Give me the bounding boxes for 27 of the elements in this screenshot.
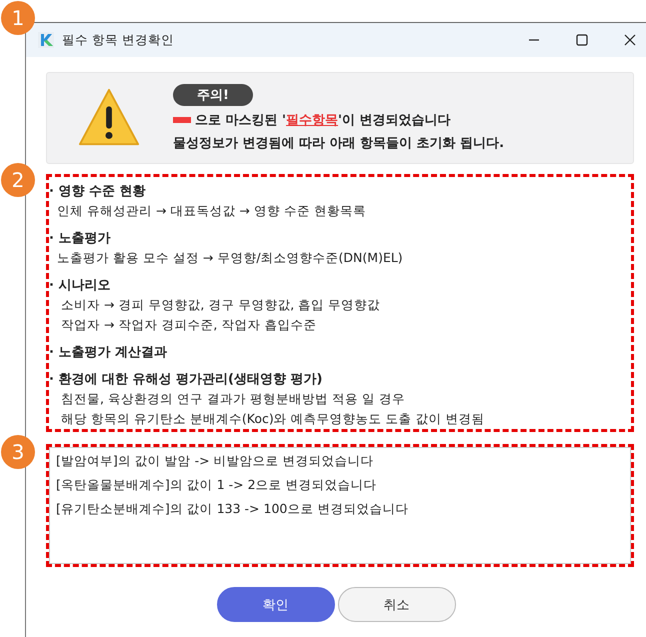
section-heading: · 환경에 대한 유해성 평가관리(생태영향 평가): [49, 371, 324, 388]
mask-swatch-icon: [173, 117, 191, 123]
section-text: 해당 항목의 유기탄소 분배계수(Koc)와 예측무영향농도 도출 값이 변경됨: [60, 411, 486, 428]
section-text: 노출평가 활용 모수 설정 → 무영향/최소영향수준(DN(M)EL): [56, 250, 404, 267]
section-text: 소비자 → 경피 무영향값, 경구 무영향값, 흡입 무영향값: [60, 297, 382, 314]
section-text: 작업자 → 작업자 경피수준, 작업자 흡입수준: [60, 317, 318, 334]
maximize-icon[interactable]: [576, 34, 588, 46]
warning-message: 물성정보가 변경됨에 따라 아래 항목들이 초기화 됩니다.: [173, 135, 504, 152]
section-text: 인체 유해성관리 → 대표독성값 → 영향 수준 현황목록: [56, 203, 367, 220]
change-message: [옥탄올물분배계수]의 값이 1 -> 2으로 변경되었습니다: [56, 477, 378, 494]
section-heading: · 시나리오: [49, 277, 112, 294]
section-heading: · 노출평가 계산결과: [49, 344, 168, 361]
cancel-button[interactable]: 취소: [338, 587, 456, 622]
confirm-button[interactable]: 확인: [216, 587, 334, 622]
change-message: [발암여부]의 값이 발암 -> 비발암으로 변경되었습니다: [56, 453, 375, 470]
section-text: 침전물, 육상환경의 연구 결과가 평형분배방법 적용 일 경우: [60, 391, 406, 408]
warning-message: 으로 마스킹된 '필수항목'이 변경되었습니다: [195, 112, 451, 129]
callout-number: 2: [1, 163, 35, 197]
section-heading: · 영향 수준 현황: [49, 183, 147, 200]
close-icon[interactable]: [624, 34, 636, 46]
change-message: [유기탄소분배계수]의 값이 133 -> 100으로 변경되었습니다: [56, 501, 410, 518]
callout-number: 1: [1, 1, 35, 35]
window-title: 필수 항목 변경확인: [62, 32, 174, 48]
app-icon: [38, 32, 54, 48]
section-heading: · 노출평가: [49, 230, 112, 247]
caution-badge: 주의!: [173, 84, 253, 106]
callout-number: 3: [1, 435, 35, 469]
